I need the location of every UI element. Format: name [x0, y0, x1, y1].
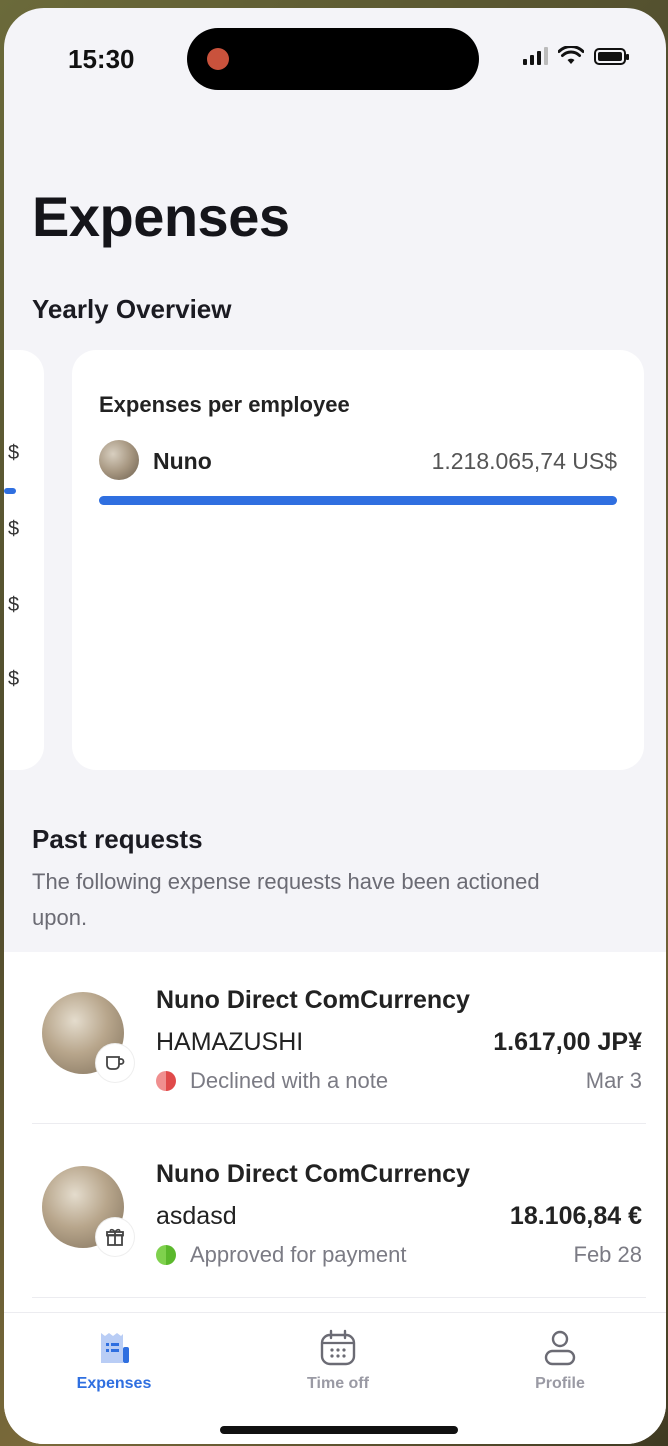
- receipt-icon: [95, 1329, 133, 1367]
- status-icons: [523, 46, 629, 66]
- phone-screen: 15:30 Expenses Yearly Overview $ $ $ $ E…: [4, 8, 666, 1444]
- dynamic-island: [187, 28, 479, 90]
- past-requests-title: Past requests: [32, 824, 203, 854]
- battery-icon: [594, 47, 629, 65]
- employee-row: Nuno 1.218.065,74 US$: [99, 440, 617, 480]
- request-status: Approved for payment: [156, 1242, 406, 1268]
- status-time: 15:30: [68, 44, 135, 74]
- tab-time-off[interactable]: Time off: [268, 1329, 408, 1393]
- gift-icon: [96, 1218, 134, 1256]
- previous-overview-card[interactable]: $ $ $ $: [4, 350, 44, 770]
- prev-card-label: $: [8, 668, 20, 690]
- expenses-per-employee-card[interactable]: Expenses per employee Nuno 1.218.065,74 …: [72, 350, 644, 770]
- tab-label: Profile: [535, 1375, 585, 1392]
- calendar-icon: [319, 1329, 357, 1367]
- cellular-signal-icon: [523, 47, 548, 65]
- employee-amount: 1.218.065,74 US$: [431, 448, 617, 474]
- request-vendor: HAMAZUSHI: [156, 1028, 304, 1056]
- yearly-overview-title: Yearly Overview: [32, 294, 232, 324]
- approved-status-icon: [156, 1245, 176, 1265]
- declined-status-icon: [156, 1071, 176, 1091]
- request-status-label: Declined with a note: [190, 1068, 389, 1093]
- home-indicator[interactable]: [220, 1426, 458, 1434]
- list-item[interactable]: Nuno Direct ComCurrency HAMAZUSHI 1.617,…: [4, 952, 666, 1124]
- tab-expenses[interactable]: Expenses: [44, 1329, 184, 1393]
- page-title: Expenses: [32, 185, 290, 248]
- request-status: Declined with a note: [156, 1068, 388, 1094]
- prev-card-label: $: [8, 594, 20, 616]
- recording-indicator-icon: [207, 48, 229, 70]
- request-amount: 18.106,84 €: [509, 1202, 642, 1230]
- request-company: Nuno Direct ComCurrency: [156, 986, 470, 1014]
- wifi-icon: [558, 46, 584, 64]
- tab-label: Expenses: [76, 1375, 152, 1392]
- list-item[interactable]: Nuno Direct ComCurrency asdasd 18.106,84…: [4, 1126, 666, 1298]
- prev-card-label: $: [8, 518, 20, 540]
- request-date: Feb 28: [573, 1242, 643, 1267]
- prev-card-label: $: [8, 442, 20, 464]
- request-status-label: Approved for payment: [190, 1242, 407, 1267]
- request-amount: 1.617,00 JP¥: [493, 1028, 642, 1056]
- tab-bar: Expenses Time off Profile: [4, 1312, 666, 1444]
- past-requests-list: Nuno Direct ComCurrency HAMAZUSHI 1.617,…: [4, 952, 666, 1312]
- divider: [32, 1123, 646, 1124]
- request-vendor: asdasd: [156, 1202, 237, 1230]
- prev-card-bar: [4, 488, 16, 494]
- person-icon: [541, 1329, 579, 1367]
- request-date: Mar 3: [585, 1068, 642, 1093]
- tab-profile[interactable]: Profile: [490, 1329, 630, 1393]
- status-bar: 15:30: [4, 8, 666, 108]
- tab-label: Time off: [307, 1375, 369, 1392]
- employee-share-bar: [99, 496, 617, 505]
- avatar: [99, 440, 139, 480]
- request-company: Nuno Direct ComCurrency: [156, 1160, 470, 1188]
- past-requests-subtitle: The following expense requests have been…: [32, 869, 540, 930]
- employee-share-bar-fill: [99, 496, 617, 505]
- card-title: Expenses per employee: [99, 392, 350, 417]
- coffee-icon: [96, 1044, 134, 1082]
- employee-name: Nuno: [153, 448, 212, 474]
- divider: [32, 1297, 646, 1298]
